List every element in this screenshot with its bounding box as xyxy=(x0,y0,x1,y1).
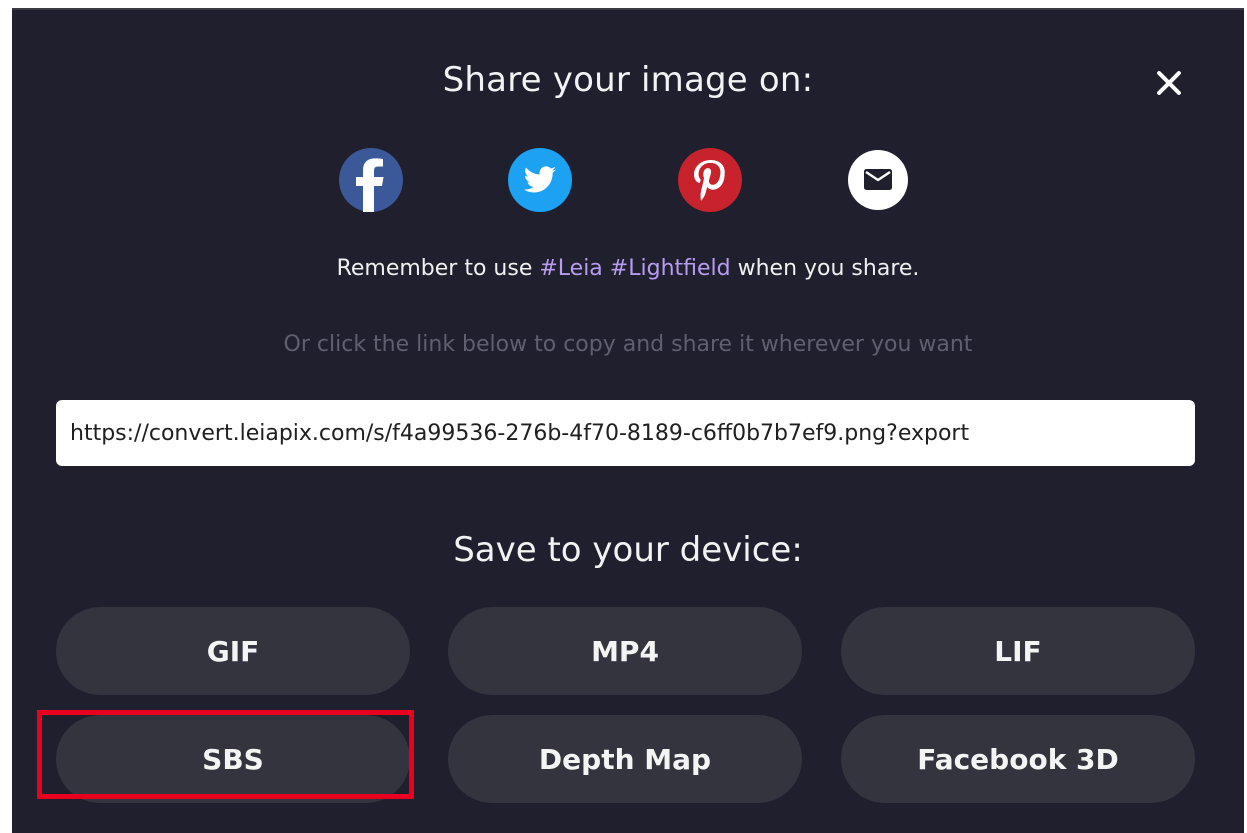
share-link-box[interactable] xyxy=(56,400,1195,466)
sbs-button[interactable]: SBS xyxy=(56,715,410,803)
email-share-button[interactable] xyxy=(846,148,910,212)
depth-map-button[interactable]: Depth Map xyxy=(448,715,802,803)
pinterest-share-button[interactable] xyxy=(678,148,742,212)
hashtag-lightfield: #Lightfield xyxy=(609,256,731,281)
facebook-share-button[interactable] xyxy=(339,148,403,212)
share-title: Share your image on: xyxy=(442,60,814,100)
close-icon[interactable] xyxy=(1149,63,1189,103)
pinterest-icon xyxy=(678,148,742,212)
share-link-input[interactable] xyxy=(70,420,1181,446)
hashtag-prefix: Remember to use xyxy=(336,256,540,281)
hashtag-reminder: Remember to use #Leia #Lightfield when y… xyxy=(12,256,1244,281)
lif-button[interactable]: LIF xyxy=(841,607,1195,695)
save-title: Save to your device: xyxy=(453,530,803,570)
hashtag-leia: #Leia xyxy=(539,256,603,281)
email-icon xyxy=(848,150,908,210)
copy-link-hint: Or click the link below to copy and shar… xyxy=(283,332,973,357)
facebook-icon xyxy=(339,148,403,212)
share-dialog: Share your image on: Remember to use #Le… xyxy=(12,8,1244,833)
hashtag-suffix: when you share. xyxy=(730,256,920,281)
facebook-3d-button[interactable]: Facebook 3D xyxy=(841,715,1195,803)
twitter-share-button[interactable] xyxy=(508,148,572,212)
twitter-icon xyxy=(508,148,572,212)
mp4-button[interactable]: MP4 xyxy=(448,607,802,695)
gif-button[interactable]: GIF xyxy=(56,607,410,695)
